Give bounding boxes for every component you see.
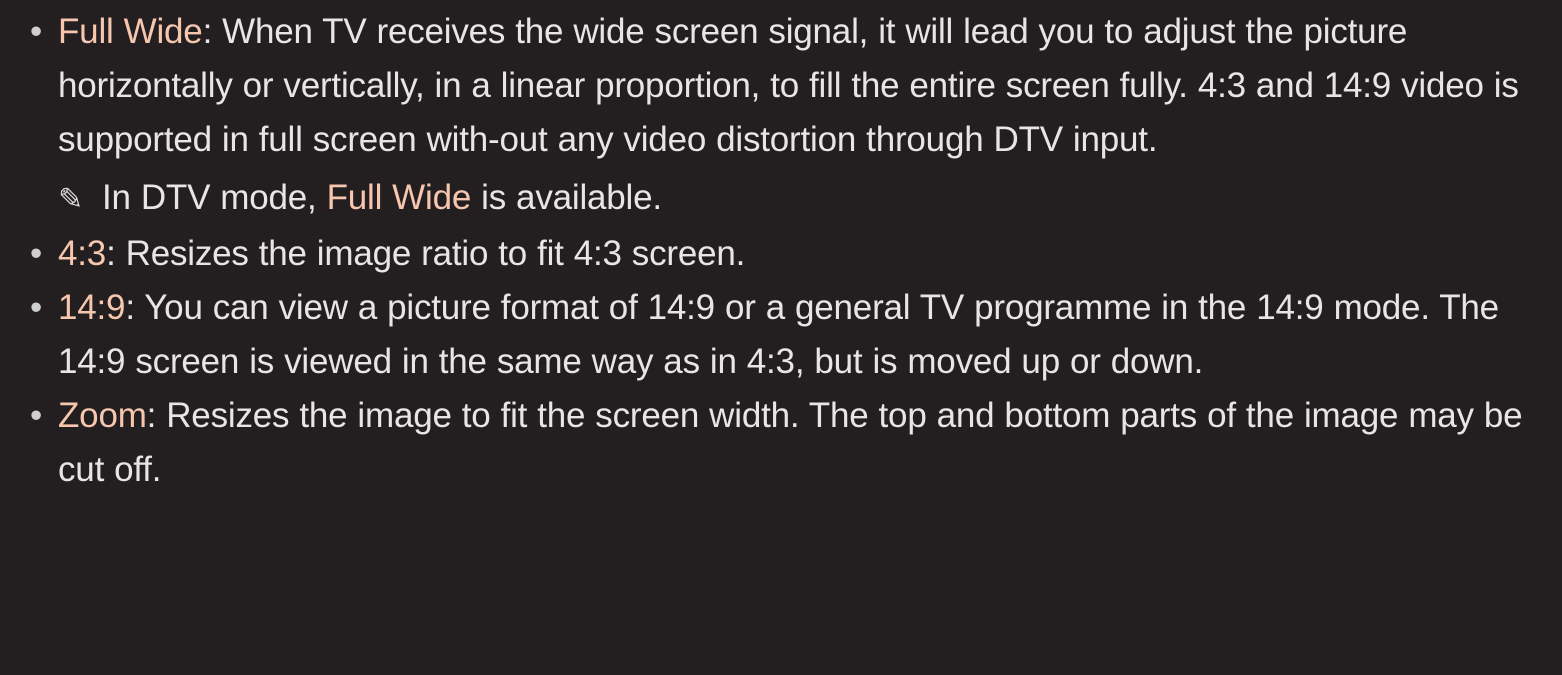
description-14-9: You can view a picture format of 14:9 or… bbox=[58, 288, 1499, 381]
note-term-full-wide: Full Wide bbox=[326, 178, 472, 217]
bullet-icon: • bbox=[29, 234, 43, 273]
note-text-before: In DTV mode, bbox=[92, 178, 327, 217]
note-text-after: is available. bbox=[471, 178, 662, 217]
term-14-9: 14:9 bbox=[58, 288, 126, 327]
pencil-icon: ✎ bbox=[58, 183, 83, 216]
aspect-ratio-option-list: • Full Wide: When TV receives the wide s… bbox=[26, 5, 1532, 497]
description-full-wide: When TV receives the wide screen signal,… bbox=[58, 12, 1519, 159]
list-item-14-9: • 14:9: You can view a picture format of… bbox=[26, 281, 1532, 389]
description-zoom: Resizes the image to fit the screen widt… bbox=[58, 396, 1523, 489]
bullet-icon: • bbox=[29, 396, 43, 435]
term-separator: : bbox=[106, 234, 116, 273]
list-item-4-3: • 4:3: Resizes the image ratio to fit 4:… bbox=[26, 227, 1532, 281]
term-full-wide: Full Wide bbox=[58, 12, 203, 51]
list-item-full-wide: • Full Wide: When TV receives the wide s… bbox=[26, 5, 1532, 227]
term-separator: : bbox=[146, 396, 157, 435]
description-4-3: Resizes the image ratio to fit 4:3 scree… bbox=[115, 234, 746, 273]
note-full-wide: ✎ In DTV mode, Full Wide is available. bbox=[58, 171, 1532, 227]
term-4-3: 4:3 bbox=[58, 234, 107, 273]
manual-page: • Full Wide: When TV receives the wide s… bbox=[0, 0, 1562, 675]
bullet-icon: • bbox=[29, 12, 43, 51]
term-separator: : bbox=[125, 288, 135, 327]
term-separator: : bbox=[202, 12, 213, 51]
term-zoom: Zoom bbox=[58, 396, 147, 435]
list-item-zoom: • Zoom: Resizes the image to fit the scr… bbox=[26, 389, 1532, 497]
bullet-icon: • bbox=[29, 288, 43, 327]
